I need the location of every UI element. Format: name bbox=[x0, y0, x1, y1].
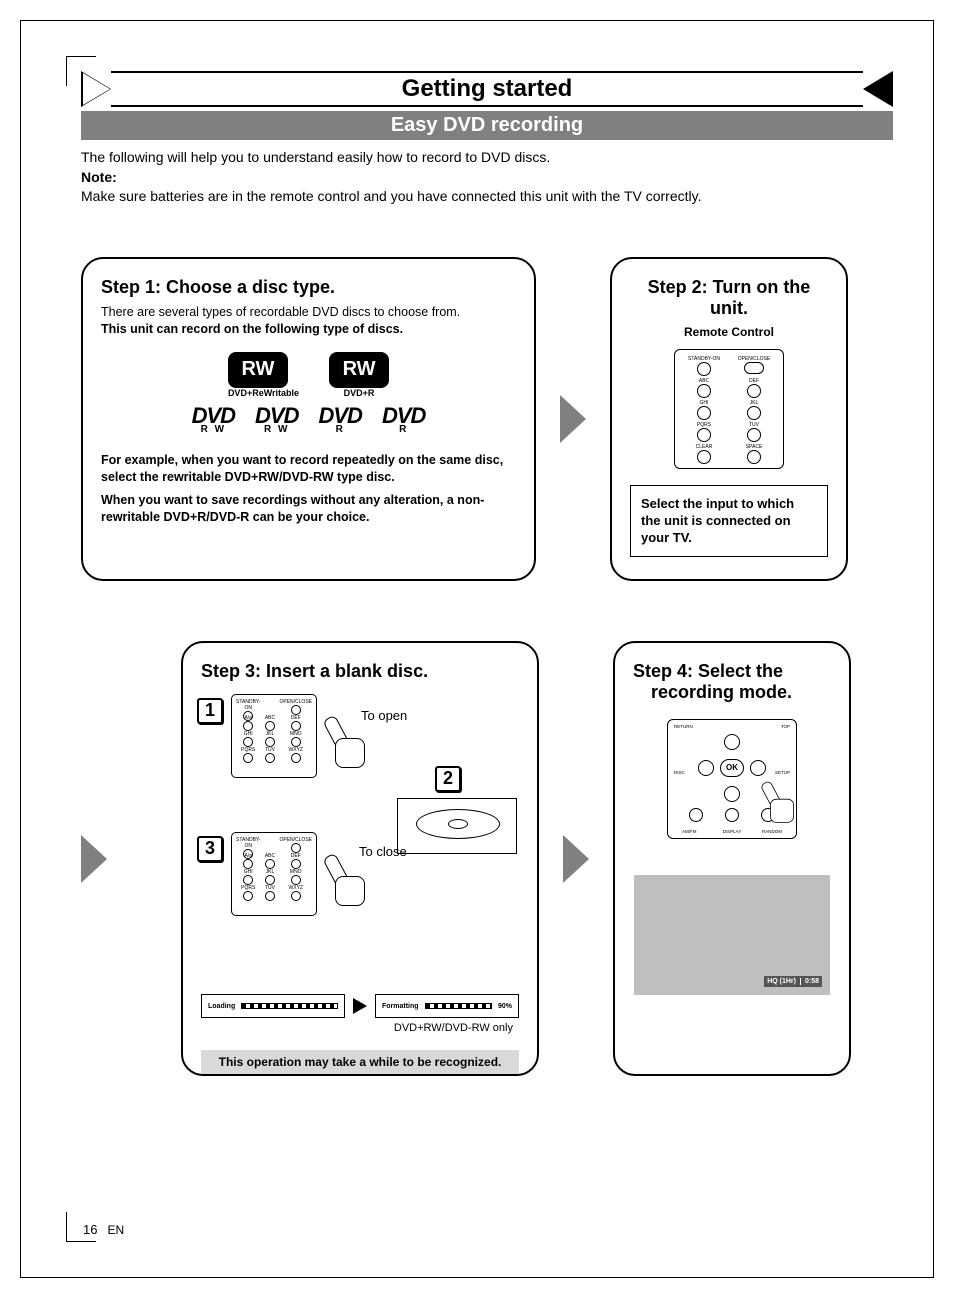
step3-box: Step 3: Insert a blank disc. 1 STANDBY-O… bbox=[181, 641, 539, 1076]
hand-icon bbox=[323, 854, 367, 906]
disc-logo-block: RW DVD+ReWritable RW DVD+R DVDR W DVDR W… bbox=[101, 352, 516, 435]
mode-indicator: HQ (1Hr) 0:58 bbox=[764, 976, 822, 987]
hand-icon bbox=[760, 782, 795, 824]
arrow-right-icon bbox=[560, 395, 586, 443]
chapter-ribbon: Getting started bbox=[81, 71, 893, 107]
arrow-right-icon bbox=[81, 835, 107, 883]
step2-note: Select the input to which the unit is co… bbox=[630, 485, 828, 558]
step4-remote-diagram: RETURN TOP DISC SETUP AM/FM RANDOM DISPL… bbox=[667, 719, 797, 839]
callout-3: 3 bbox=[197, 836, 223, 862]
callout-2: 2 bbox=[435, 766, 461, 792]
step2-box: Step 2: Turn on the unit. Remote Control… bbox=[610, 257, 848, 582]
tv-screen: HQ (1Hr) 0:58 bbox=[634, 875, 830, 995]
intro-block: The following will help you to understan… bbox=[81, 148, 893, 207]
step1-title: Step 1: Choose a disc type. bbox=[101, 277, 516, 298]
section-subheader: Easy DVD recording bbox=[81, 111, 893, 140]
step2-title: Step 2: Turn on the unit. bbox=[630, 277, 828, 319]
dvd-logo: DVDR W bbox=[192, 406, 235, 435]
dvd-logo: DVDR W bbox=[255, 406, 298, 435]
remote-control-label: Remote Control bbox=[630, 325, 828, 339]
dvd-logo: DVDR bbox=[319, 406, 362, 435]
formatting-progress: Formatting 90% bbox=[375, 994, 519, 1018]
dvd-logo: DVDR bbox=[382, 406, 425, 435]
intro-note-label: Note: bbox=[81, 168, 893, 188]
rw-badge: RW DVD+ReWritable bbox=[228, 352, 299, 398]
disc-tray-diagram bbox=[397, 798, 517, 854]
small-arrow-icon bbox=[353, 998, 367, 1014]
step1-box: Step 1: Choose a disc type. There are se… bbox=[81, 257, 536, 582]
intro-line2: Make sure batteries are in the remote co… bbox=[81, 187, 893, 207]
steps-row-2: Step 3: Insert a blank disc. 1 STANDBY-O… bbox=[81, 641, 893, 1076]
progress-row: Loading Formatting 90% bbox=[201, 994, 519, 1018]
remote-diagram: STANDBY-ON OPEN/CLOSE ABC DEF GHI JKL PQ… bbox=[674, 349, 784, 469]
rw-badge: RW DVD+R bbox=[329, 352, 389, 398]
steps-row-1: Step 1: Choose a disc type. There are se… bbox=[81, 257, 893, 582]
hand-icon bbox=[323, 716, 367, 768]
loading-progress: Loading bbox=[201, 994, 345, 1018]
page-number: 16EN bbox=[83, 1222, 124, 1237]
arrow-right-icon bbox=[563, 835, 589, 883]
step1-p2: For example, when you want to record rep… bbox=[101, 452, 516, 486]
mini-remote-2: STANDBY-ON OPEN/CLOSE A/a ABC DEF GHI JK… bbox=[231, 832, 317, 916]
step3-footer-note: This operation may take a while to be re… bbox=[201, 1050, 519, 1074]
to-open-label: To open bbox=[361, 708, 407, 723]
mini-remote-1: STANDBY-ON OPEN/CLOSE A/a ABC DEF GHI JK… bbox=[231, 694, 317, 778]
intro-line1: The following will help you to understan… bbox=[81, 148, 893, 168]
chapter-title: Getting started bbox=[111, 71, 863, 107]
step1-p1: There are several types of recordable DV… bbox=[101, 304, 516, 338]
step4-title: Step 4: Select the recording mode. bbox=[633, 661, 831, 703]
format-caption: DVD+RW/DVD-RW only bbox=[394, 1022, 513, 1034]
step3-title: Step 3: Insert a blank disc. bbox=[201, 661, 519, 682]
step1-p3: When you want to save recordings without… bbox=[101, 492, 516, 526]
step4-box: Step 4: Select the recording mode. RETUR… bbox=[613, 641, 851, 1076]
callout-1: 1 bbox=[197, 698, 223, 724]
